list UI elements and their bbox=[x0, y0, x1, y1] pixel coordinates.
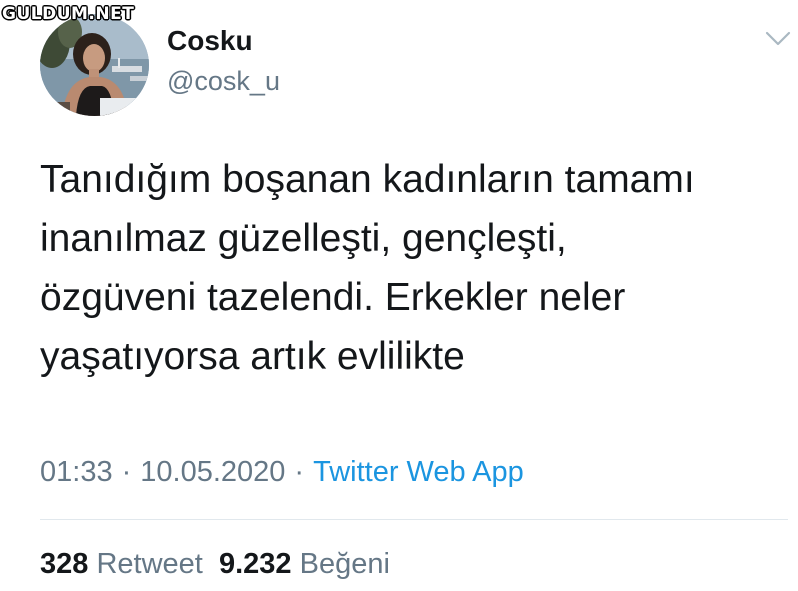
tweet-meta: 01:33 · 10.05.2020 · Twitter Web App bbox=[40, 454, 524, 490]
tweet-stats: 328 Retweet 9.232 Beğeni bbox=[40, 546, 390, 582]
retweet-count: 328 bbox=[40, 548, 89, 580]
profile-photo-image bbox=[40, 14, 149, 116]
avatar[interactable] bbox=[40, 14, 149, 116]
meta-separator: · bbox=[121, 456, 132, 488]
watermark-logo: GULDUM.NET bbox=[2, 4, 135, 24]
tweet-time[interactable]: 01:33 bbox=[40, 456, 113, 488]
tweet-source-link[interactable]: Twitter Web App bbox=[313, 456, 524, 488]
meta-separator: · bbox=[294, 456, 305, 488]
like-label: Beğeni bbox=[299, 548, 390, 580]
tweet-date[interactable]: 10.05.2020 bbox=[140, 456, 285, 488]
retweets-stat[interactable]: 328 Retweet bbox=[40, 548, 203, 580]
tweet-text: Tanıdığım boşanan kadınların tamamı inan… bbox=[40, 158, 695, 378]
chevron-down-icon[interactable] bbox=[765, 30, 791, 48]
likes-stat[interactable]: 9.232 Beğeni bbox=[219, 548, 390, 580]
tweet-card: GULDUM.NET Cosku @cosk_u Tanıdığım boşan… bbox=[0, 0, 798, 591]
display-name[interactable]: Cosku bbox=[167, 24, 253, 58]
divider bbox=[40, 519, 788, 520]
user-handle[interactable]: @cosk_u bbox=[167, 64, 280, 98]
retweet-label: Retweet bbox=[96, 548, 203, 580]
like-count: 9.232 bbox=[218, 548, 292, 580]
